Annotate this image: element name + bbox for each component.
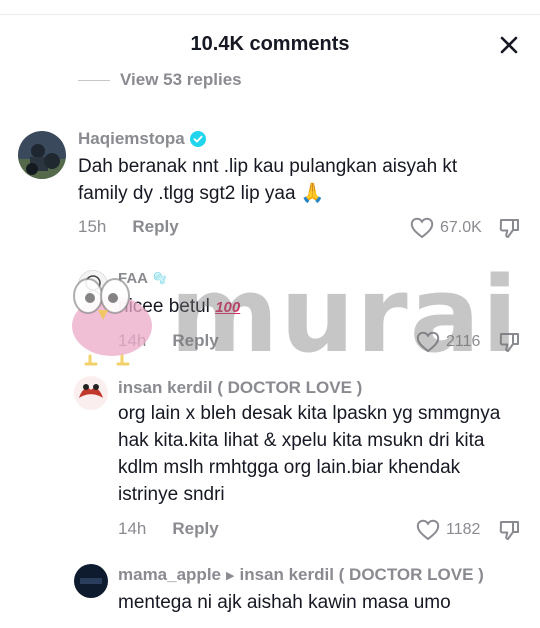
heart-icon [416,331,440,353]
like-count: 1182 [446,521,481,538]
like-button[interactable]: 2116 [416,331,480,353]
verified-badge-icon [189,131,206,147]
comment-time: 15h [78,217,107,236]
like-count: 67.0K [440,219,482,236]
like-button[interactable]: 1182 [416,519,480,541]
close-button[interactable] [494,30,524,60]
hundred-points-icon: 100 [215,299,241,316]
avatar[interactable] [78,270,108,300]
like-button[interactable]: 67.0K [410,217,482,239]
thumbs-down-icon [499,219,519,238]
dislike-button[interactable] [498,330,522,354]
dislike-button[interactable] [498,216,522,240]
avatar[interactable] [74,376,108,410]
comment-text: mentega ni ajk aishah kawin masa umo [118,592,451,613]
thumbs-down-icon [499,333,519,352]
comment-meta: 15h Reply [78,217,179,237]
comment-text: nicee betul 100 [118,293,418,321]
comment-username[interactable]: mama_apple ▶ insan kerdil ( DOCTOR LOVE … [118,565,484,585]
comment-username[interactable]: insan kerdil ( DOCTOR LOVE ) [118,378,362,398]
comment-text: org lain x bleh desak kita lpaskn yg smm… [118,403,501,505]
avatar[interactable] [74,564,108,598]
reply-button[interactable]: Reply [132,217,178,237]
comment-time: 14h [118,519,147,538]
comment-username[interactable]: Haqiemstopa [78,129,206,149]
comments-sheet: 10.4K comments View 53 replies Haqiemsto… [0,0,540,628]
comment-meta: 14h Reply [118,519,219,539]
view-replies-label: View 53 replies [120,70,242,89]
comments-title: 10.4K comments [190,33,350,55]
comment-meta: 14h Reply [118,331,219,351]
comment-time: 14h [118,331,147,350]
thumbs-down-icon [499,521,519,540]
close-icon [500,36,518,54]
avatar[interactable] [18,131,66,179]
comment-username[interactable]: FAA 🫧 [118,270,167,287]
dislike-button[interactable] [498,518,522,542]
heart-icon [410,217,434,239]
heart-icon [416,519,440,541]
view-replies-link[interactable]: View 53 replies [78,70,242,90]
reply-arrow-icon: ▶ [226,569,235,582]
like-count: 2116 [446,333,481,350]
top-divider [0,14,540,15]
comment-text: Dah beranak nnt .lip kau pulangkan aisya… [78,156,458,204]
reply-button[interactable]: Reply [172,519,218,539]
reply-button[interactable]: Reply [172,331,218,351]
replies-rule [78,79,110,81]
